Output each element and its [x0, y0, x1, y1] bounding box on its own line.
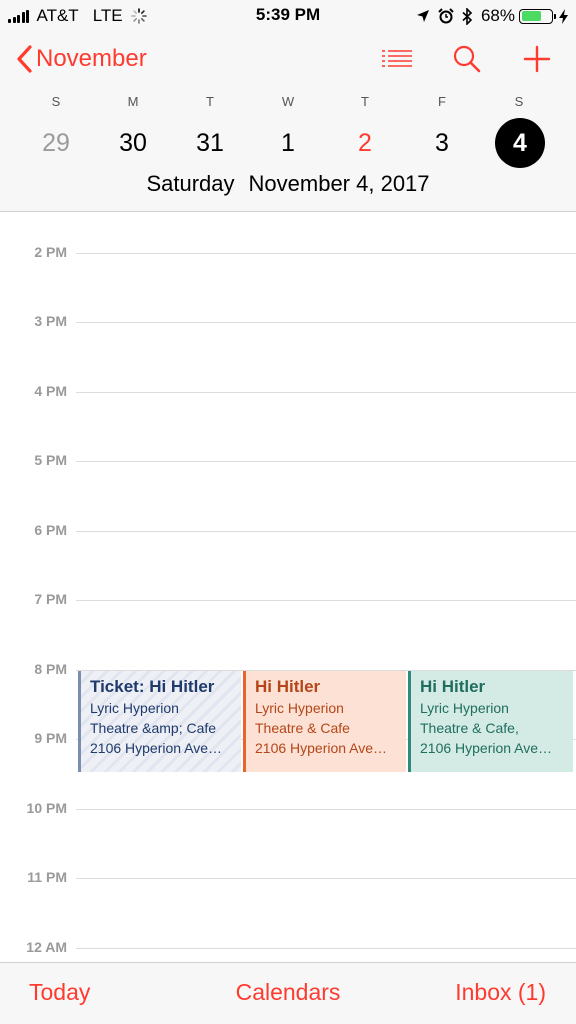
hour-label: 11 PM	[27, 869, 67, 885]
weekday-label: W	[281, 94, 295, 109]
today-button[interactable]: Today	[29, 979, 90, 1006]
location-arrow-icon	[416, 10, 429, 22]
weekday-label: M	[127, 94, 139, 109]
hour-divider	[76, 461, 576, 462]
hour-row: 6 PM	[0, 521, 576, 541]
hour-label: 7 PM	[34, 591, 67, 607]
event-block[interactable]: Hi Hitler Lyric Hyperion Theatre & Cafe,…	[408, 671, 573, 772]
inbox-button[interactable]: Inbox (1)	[455, 979, 546, 1006]
selected-weekday: Saturday	[146, 171, 235, 196]
date-cell[interactable]: 29	[31, 118, 81, 168]
hour-label: 10 PM	[26, 800, 67, 816]
hour-row: 11 PM	[0, 868, 576, 888]
hour-row: 10 PM	[0, 799, 576, 819]
hour-divider	[76, 531, 576, 532]
hour-label: 9 PM	[34, 730, 67, 746]
hour-row: 2 PM	[0, 243, 576, 263]
hour-row: 5 PM	[0, 451, 576, 471]
event-title: Hi Hitler	[420, 677, 486, 696]
battery-fill	[521, 11, 542, 21]
battery-percent: 68%	[480, 6, 515, 25]
date-cell[interactable]: 1	[263, 118, 313, 168]
bottom-toolbar: Today Calendars Inbox (1)	[0, 962, 576, 1024]
hour-label: 5 PM	[34, 452, 67, 468]
date-cell-selected[interactable]: 4	[495, 118, 545, 168]
event-address: 2106 Hyperion Ave…	[255, 740, 388, 756]
hour-divider	[76, 600, 576, 601]
hour-divider	[76, 253, 576, 254]
alarm-icon	[438, 8, 454, 24]
day-timeline[interactable]: 2 PM 3 PM 4 PM 5 PM 6 PM 7 PM 8 PM 9 PM …	[0, 213, 576, 962]
selected-full-date: November 4, 2017	[248, 171, 430, 196]
add-event-button[interactable]	[520, 42, 554, 76]
bluetooth-icon	[462, 7, 473, 25]
date-cell-today[interactable]: 2	[340, 118, 390, 168]
back-to-month-button[interactable]: November	[16, 42, 147, 76]
selected-date-title: Saturday November 4, 2017	[0, 171, 576, 197]
hour-row: 3 PM	[0, 312, 576, 332]
date-cell[interactable]: 3	[417, 118, 467, 168]
status-right: 68%	[416, 5, 568, 27]
date-cell[interactable]: 30	[108, 118, 158, 168]
event-location: Theatre &amp; Cafe	[90, 720, 217, 736]
battery-nub	[554, 13, 556, 19]
back-label: November	[36, 45, 147, 72]
event-title: Ticket: Hi Hitler	[90, 677, 215, 696]
weekday-label: T	[361, 94, 369, 109]
hour-label: 4 PM	[34, 383, 67, 399]
weekday-row: S M T W T F S	[0, 94, 576, 110]
hour-row: 12 AM	[0, 938, 576, 958]
hour-divider	[76, 809, 576, 810]
event-location: Lyric Hyperion	[255, 700, 344, 716]
list-view-icon	[382, 50, 412, 67]
event-block[interactable]: Hi Hitler Lyric Hyperion Theatre & Cafe …	[243, 671, 406, 772]
hour-divider	[76, 948, 576, 949]
add-icon	[523, 45, 551, 73]
hour-label: 8 PM	[34, 661, 67, 677]
weekday-label: F	[438, 94, 446, 109]
weekday-label: T	[206, 94, 214, 109]
weekday-label: S	[514, 94, 524, 109]
list-view-button[interactable]	[380, 42, 414, 76]
battery-icon	[519, 8, 556, 24]
event-address: 2106 Hyperion Ave…	[90, 740, 223, 756]
hour-label: 6 PM	[34, 522, 67, 538]
event-block[interactable]: Ticket: Hi Hitler Lyric Hyperion Theatre…	[78, 671, 241, 772]
status-bar: AT&T LTE 5:39 PM 68%	[0, 0, 576, 32]
calendar-header: November S M T W T F S 29 30 31 1 2 3 4 …	[0, 32, 576, 212]
header-actions	[380, 42, 554, 76]
event-location: Lyric Hyperion	[90, 700, 179, 716]
weekday-label: S	[51, 94, 61, 109]
search-icon	[453, 45, 481, 73]
charging-bolt-icon	[559, 8, 568, 24]
hour-divider	[76, 392, 576, 393]
event-address: 2106 Hyperion Ave…	[420, 740, 553, 756]
hour-row: 4 PM	[0, 382, 576, 402]
search-button[interactable]	[450, 42, 484, 76]
hour-label: 2 PM	[34, 244, 67, 260]
hour-row: 7 PM	[0, 590, 576, 610]
event-location: Theatre & Cafe,	[420, 720, 519, 736]
hour-divider	[76, 322, 576, 323]
hour-divider	[76, 878, 576, 879]
chevron-left-icon	[17, 45, 32, 73]
hour-label: 12 AM	[26, 939, 67, 955]
event-location: Lyric Hyperion	[420, 700, 509, 716]
hour-label: 3 PM	[34, 313, 67, 329]
event-title: Hi Hitler	[255, 677, 321, 696]
date-cell[interactable]: 31	[185, 118, 235, 168]
event-location: Theatre & Cafe	[255, 720, 350, 736]
week-date-strip: 29 30 31 1 2 3 4	[0, 118, 576, 168]
calendars-button[interactable]: Calendars	[236, 979, 341, 1005]
